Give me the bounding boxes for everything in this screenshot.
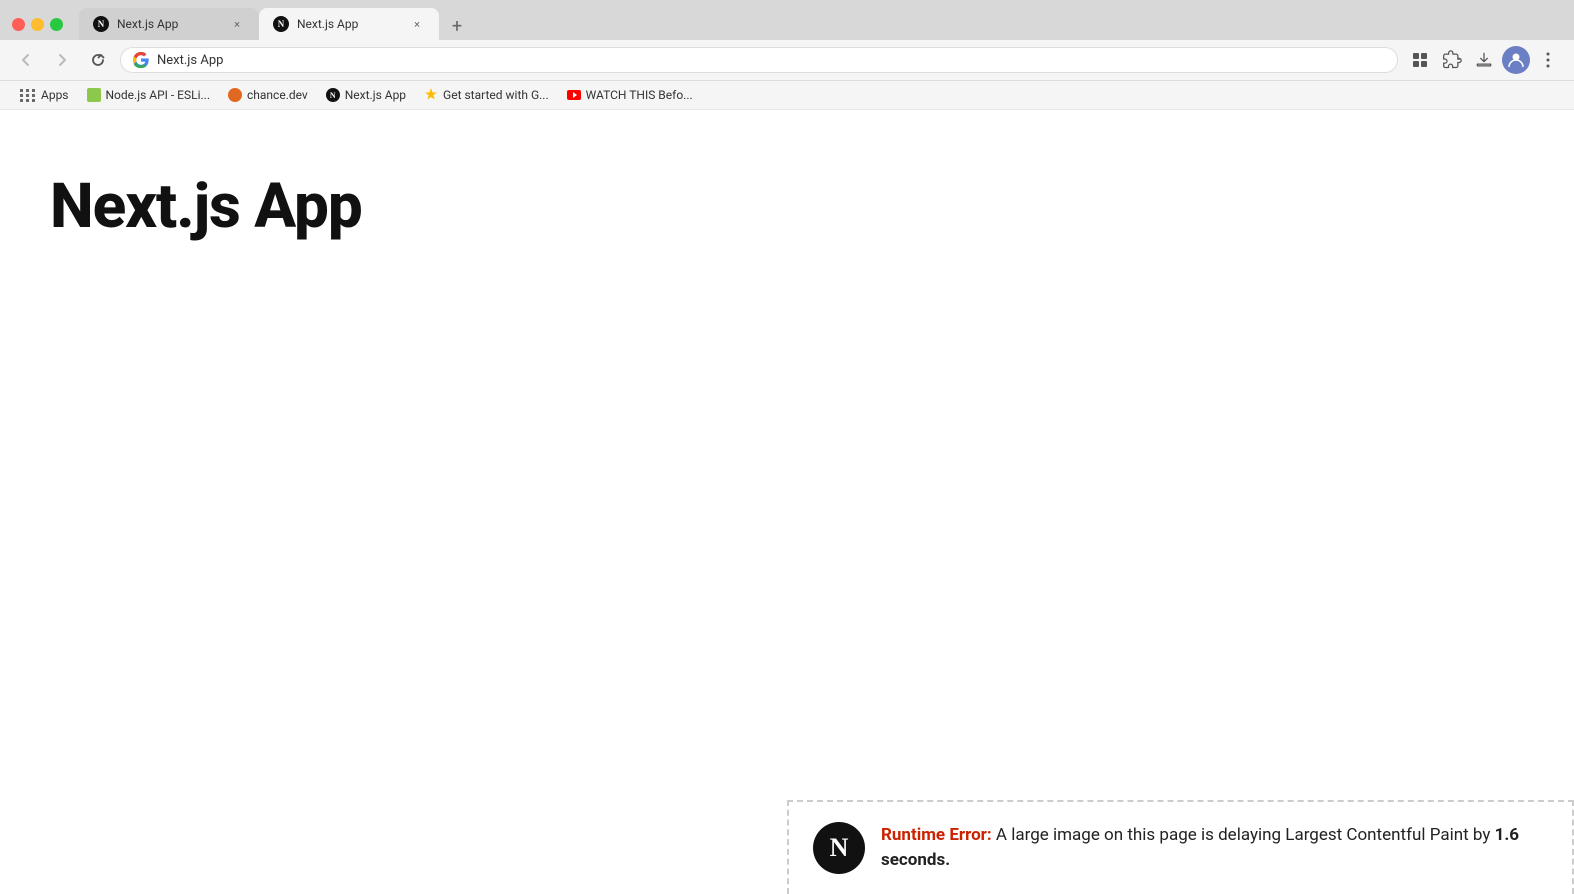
puzzle-extension-button[interactable] [1438, 46, 1466, 74]
bookmark-chancedev[interactable]: chance.dev [220, 85, 316, 105]
address-url: Next.js App [157, 53, 1385, 68]
bookmark-title-nodejs: Node.js API - ESLi... [106, 88, 211, 102]
toolbar: Next.js App [0, 40, 1574, 81]
refresh-button[interactable] [84, 46, 112, 74]
tab-close-button-1[interactable]: × [229, 16, 245, 32]
chancedev-favicon [228, 88, 242, 102]
bookmark-title-youtube: WATCH THIS Befo... [586, 88, 693, 102]
extensions-button[interactable] [1406, 46, 1434, 74]
error-overlay: N Runtime Error: A large image on this p… [787, 800, 1574, 894]
address-bar[interactable]: Next.js App [120, 47, 1398, 73]
browser-tab-1[interactable]: N Next.js App × [79, 8, 259, 40]
browser-tab-2[interactable]: N Next.js App × [259, 8, 439, 40]
page-content: Next.js App N Runtime Error: A large ima… [0, 110, 1574, 894]
toolbar-right [1406, 46, 1562, 74]
minimize-window-button[interactable] [31, 18, 44, 31]
apps-label: Apps [41, 88, 69, 102]
close-window-button[interactable] [12, 18, 25, 31]
nextjs-error-logo-letter: N [830, 833, 849, 863]
bookmark-title-chancedev: chance.dev [247, 88, 308, 102]
bookmark-youtube[interactable]: WATCH THIS Befo... [559, 85, 701, 105]
google-icon [133, 52, 149, 68]
apps-grid-icon [20, 89, 36, 102]
bookmark-nodejs[interactable]: Node.js API - ESLi... [79, 85, 219, 105]
bookmark-title-nextjs: Next.js App [345, 88, 406, 102]
page-heading: Next.js App [50, 170, 362, 243]
tabs-container: N Next.js App × N Next.js App × + [79, 8, 1562, 40]
tab-close-button-2[interactable]: × [409, 16, 425, 32]
forward-button[interactable] [48, 46, 76, 74]
title-bar: N Next.js App × N Next.js App × + [0, 0, 1574, 40]
error-label: Runtime Error: [881, 825, 992, 845]
getstarted-favicon [424, 88, 438, 102]
nodejs-favicon [87, 88, 101, 102]
downloads-button[interactable] [1470, 46, 1498, 74]
back-button[interactable] [12, 46, 40, 74]
nextjs-favicon-bm: N [326, 88, 340, 102]
nextjs-error-logo: N [813, 822, 865, 874]
more-menu-button[interactable] [1534, 46, 1562, 74]
apps-bookmark-item[interactable]: Apps [12, 85, 77, 105]
tab-title-1: Next.js App [117, 17, 221, 31]
tab-favicon-2: N [273, 16, 289, 32]
window-controls [12, 18, 63, 31]
bookmarks-bar: Apps Node.js API - ESLi... chance.dev N … [0, 81, 1574, 110]
bookmark-getstarted[interactable]: Get started with G... [416, 85, 557, 105]
maximize-window-button[interactable] [50, 18, 63, 31]
tab-title-2: Next.js App [297, 17, 401, 31]
new-tab-button[interactable]: + [443, 12, 471, 40]
error-message: Runtime Error: A large image on this pag… [881, 823, 1548, 874]
error-message-before-bold: A large image on this page is delaying L… [992, 825, 1495, 845]
bookmark-nextjs[interactable]: N Next.js App [318, 85, 414, 105]
profile-button[interactable] [1502, 46, 1530, 74]
tab-favicon-1: N [93, 16, 109, 32]
browser-window: N Next.js App × N Next.js App × + [0, 0, 1574, 894]
bookmark-title-getstarted: Get started with G... [443, 88, 549, 102]
youtube-favicon [567, 90, 581, 100]
